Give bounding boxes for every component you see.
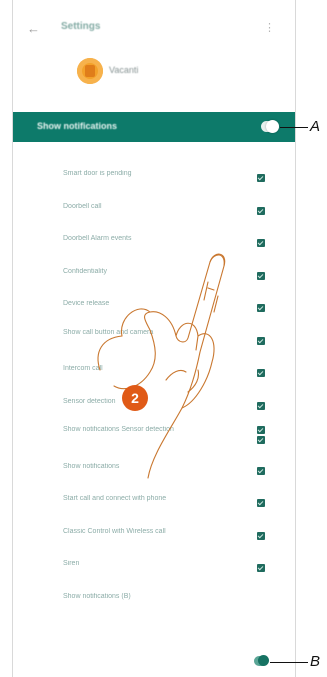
checkbox-checked-icon[interactable] (257, 499, 265, 507)
list-item-label: Start call and connect with phone (63, 495, 167, 502)
list-item[interactable]: Classic Control with Wireless call (13, 520, 295, 553)
list-item[interactable]: Siren (13, 552, 295, 585)
step-badge: 2 (122, 385, 148, 411)
phone-screen: ← Settings ⋮ Vacanti Show notifications … (12, 0, 296, 677)
show-notifications-bar: Show notifications (13, 112, 295, 142)
checkbox-checked-icon[interactable] (257, 436, 265, 444)
list-item-label: Doorbell Alarm events (63, 235, 132, 242)
show-notifications-toggle[interactable] (261, 120, 279, 133)
show-notifications-label: Show notifications (37, 121, 117, 131)
bottom-toggle[interactable] (254, 655, 269, 666)
list-item[interactable]: Show notifications (13, 455, 295, 488)
list-item[interactable]: Start call and connect with phone (13, 487, 295, 520)
list-item-label: Show notifications (B) (63, 592, 131, 600)
checkbox-checked-icon[interactable] (257, 336, 265, 345)
list-item[interactable]: Sensor detection (13, 390, 295, 423)
checkbox-checked-icon[interactable] (257, 369, 265, 377)
checkbox-checked-icon[interactable] (257, 426, 265, 434)
list-item-label: Intercom call (63, 365, 103, 372)
page-title: Settings (61, 21, 101, 32)
app-header: ← Settings ⋮ (13, 14, 295, 46)
checkbox-checked-icon[interactable] (257, 239, 265, 247)
dots-icon[interactable]: ⋮ (264, 21, 275, 34)
list-item-label: Smart door is pending (63, 170, 132, 177)
checkbox-checked-icon[interactable] (257, 401, 265, 410)
list-item-label: Confidentiality (63, 267, 107, 275)
user-name: Vacanti (109, 65, 139, 75)
list-item[interactable]: Device release (13, 292, 295, 325)
callout-a: A (310, 118, 321, 135)
checkbox-checked-icon[interactable] (257, 271, 265, 280)
callout-line-b (270, 662, 308, 663)
list-item[interactable]: Doorbell call (13, 195, 295, 228)
list-item[interactable]: Show notifications Sensor detection (13, 422, 295, 455)
callout-line-a (280, 127, 308, 128)
list-item[interactable]: Smart door is pending (13, 162, 295, 195)
list-item-label: Show notifications (63, 462, 120, 470)
list-item-label: Siren (63, 560, 80, 567)
list-item[interactable]: Confidentiality (13, 260, 295, 293)
list-item-label: Classic Control with Wireless call (63, 527, 166, 535)
list-item-label: Show call button and camera (63, 328, 154, 336)
list-item[interactable]: Intercom call (13, 357, 295, 390)
arrow-left-icon[interactable]: ← (27, 22, 40, 35)
checkbox-checked-icon[interactable] (257, 304, 265, 312)
list-item[interactable]: Doorbell Alarm events (13, 227, 295, 260)
callout-b: B (310, 653, 321, 670)
list-item-label: Device release (63, 300, 110, 307)
list-item[interactable]: Show call button and camera (13, 325, 295, 358)
list-item[interactable]: Show notifications (B) (13, 585, 295, 618)
user-avatar-icon (77, 58, 103, 84)
notification-list: Smart door is pending Doorbell call Door… (13, 162, 295, 617)
checkbox-checked-icon[interactable] (257, 174, 265, 182)
checkbox-checked-icon[interactable] (257, 466, 265, 475)
user-row: Vacanti (13, 58, 295, 90)
checkbox-checked-icon[interactable] (257, 206, 265, 215)
list-item-label: Show notifications Sensor detection (63, 426, 174, 433)
checkbox-checked-icon[interactable] (257, 564, 265, 572)
checkbox-checked-icon[interactable] (257, 531, 265, 540)
list-item-label: Doorbell call (63, 202, 102, 210)
